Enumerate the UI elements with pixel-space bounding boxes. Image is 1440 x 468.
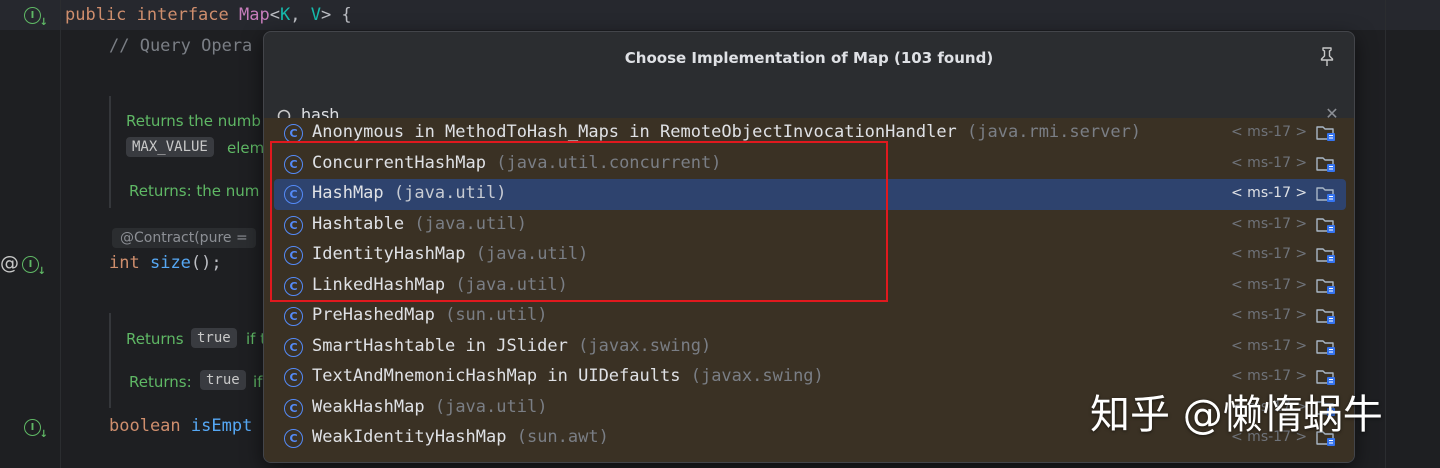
module-folder-icon xyxy=(1316,217,1335,233)
class-name: TextAndMnemonicHashMap in UIDefaults (ja… xyxy=(312,366,824,386)
doc-code: true xyxy=(200,370,246,390)
right-margin-guide xyxy=(1385,0,1386,468)
package-name: (java.util) xyxy=(434,396,548,417)
implemented-gutter-icon[interactable]: I ↓ xyxy=(22,256,46,277)
punct: < xyxy=(269,5,280,25)
highlight-annotation-box xyxy=(270,141,888,302)
method-name: size xyxy=(149,253,191,273)
module-label: < ms-17 > xyxy=(1231,185,1308,201)
annotation-gutter-icon[interactable]: @ xyxy=(0,252,19,274)
class-simple-name: WeakIdentityHashMap xyxy=(312,427,507,447)
module-folder-icon xyxy=(1316,278,1335,294)
watermark: 知乎 @懒惰蜗牛 xyxy=(1090,392,1383,438)
keyword: public interface xyxy=(65,5,239,25)
code-line-interface[interactable]: public interface Map<K, V> { xyxy=(65,5,352,25)
class-simple-name: WeakHashMap xyxy=(312,396,425,417)
package-name: (javax.swing) xyxy=(578,335,712,356)
module-folder-icon xyxy=(1316,187,1335,202)
implementation-list-item[interactable]: C SmartHashtable in JSlider (javax.swing)… xyxy=(264,332,1354,363)
class-simple-name: Anonymous in MethodToHash_Maps in Remote… xyxy=(312,122,957,142)
class-icon: C xyxy=(284,398,303,418)
package-name: (java.rmi.server) xyxy=(967,122,1142,142)
doc-code: true xyxy=(191,328,237,348)
keyword: boolean xyxy=(109,416,181,436)
type-param: K xyxy=(279,5,291,25)
type-param: V xyxy=(310,5,321,25)
module-label: < ms-17 > xyxy=(1231,246,1308,262)
doc-text: if xyxy=(253,373,263,391)
module-label: < ms-17 > xyxy=(1231,124,1308,140)
module-label: < ms-17 > xyxy=(1231,307,1308,323)
method-name: isEmpt xyxy=(190,416,253,436)
module-label: < ms-17 > xyxy=(1231,337,1308,354)
type-name: Map xyxy=(239,5,270,25)
pin-icon[interactable] xyxy=(1318,46,1336,68)
doc-returns: Returns: the num xyxy=(129,182,260,200)
implemented-gutter-icon[interactable]: I ↓ xyxy=(24,7,48,28)
punct: (); xyxy=(190,253,222,273)
package-name: (sun.awt) xyxy=(516,427,609,447)
class-name: Anonymous in MethodToHash_Maps in Remote… xyxy=(312,122,1141,142)
doc-text: Returns the numb xyxy=(126,112,261,130)
class-icon: C xyxy=(284,429,303,448)
punct: , xyxy=(290,5,311,25)
class-name: WeakHashMap (java.util) xyxy=(312,397,547,417)
code-line-isempty[interactable]: boolean isEmpt xyxy=(109,416,252,436)
class-icon: C xyxy=(284,368,303,387)
package-name: (sun.util) xyxy=(445,305,548,325)
module-folder-icon xyxy=(1316,156,1335,172)
class-name: PreHashedMap (sun.util) xyxy=(312,305,547,325)
module-folder-icon xyxy=(1316,248,1335,263)
contract-inlay-hint[interactable]: @Contract(pure = xyxy=(112,228,256,248)
punct: > { xyxy=(320,5,352,25)
module-label: < ms-17 > xyxy=(1231,154,1308,171)
module-label: < ms-17 > xyxy=(1231,215,1308,232)
class-simple-name: TextAndMnemonicHashMap in UIDefaults xyxy=(312,366,681,386)
module-label: < ms-17 > xyxy=(1231,276,1308,293)
class-name: WeakIdentityHashMap (sun.awt) xyxy=(312,427,609,447)
class-simple-name: PreHashedMap xyxy=(312,305,435,325)
class-name: SmartHashtable in JSlider (javax.swing) xyxy=(312,336,711,356)
doc-text: Returns xyxy=(126,330,184,348)
keyword: int xyxy=(109,253,140,273)
implemented-gutter-icon[interactable]: I ↓ xyxy=(24,419,48,440)
popup-title: Choose Implementation of Map (103 found) xyxy=(624,49,994,67)
module-folder-icon xyxy=(1316,126,1335,141)
implementation-list-item[interactable]: C PreHashedMap (sun.util) < ms-17 > xyxy=(264,301,1354,332)
rendered-doc-block[interactable] xyxy=(109,313,269,408)
module-folder-icon xyxy=(1316,339,1335,355)
code-comment: // Query Opera xyxy=(109,36,253,56)
doc-returns: Returns: xyxy=(129,373,192,391)
doc-code: MAX_VALUE xyxy=(126,137,214,157)
code-line-size[interactable]: int size(); xyxy=(109,253,222,273)
module-folder-icon xyxy=(1316,309,1335,324)
doc-text: elem xyxy=(227,139,265,157)
class-simple-name: SmartHashtable in JSlider xyxy=(312,335,568,356)
class-icon: C xyxy=(284,307,303,326)
gutter-separator xyxy=(60,0,61,468)
class-icon: C xyxy=(284,337,303,357)
package-name: (javax.swing) xyxy=(690,366,824,386)
